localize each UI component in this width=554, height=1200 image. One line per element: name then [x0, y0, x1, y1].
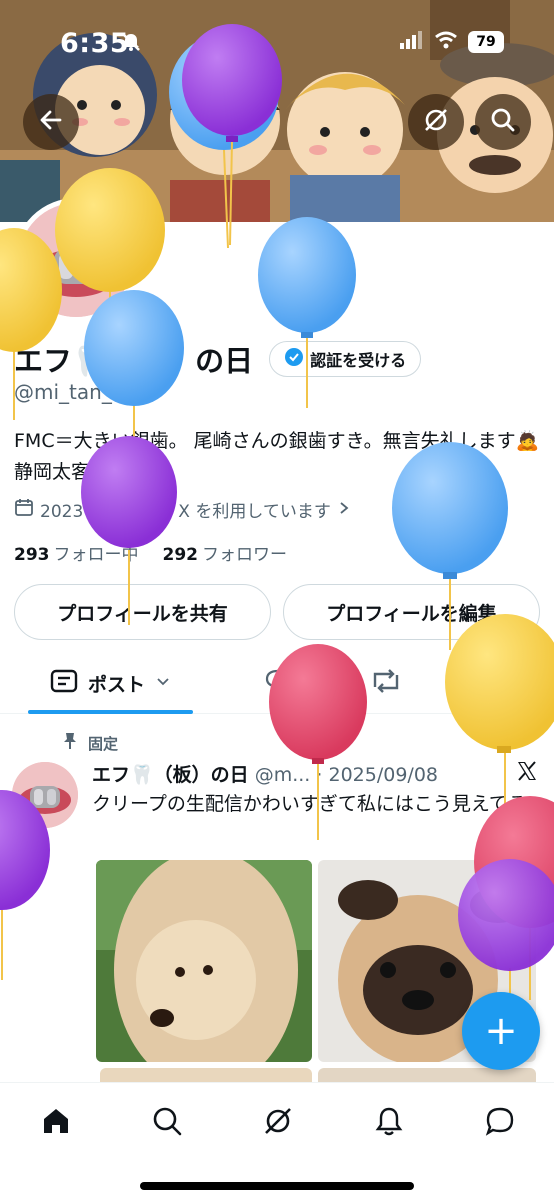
nav-explore[interactable] [145, 1101, 189, 1145]
grok-button[interactable] [408, 94, 464, 150]
tweet-media-3[interactable] [100, 1068, 312, 1082]
home-icon [40, 1105, 72, 1141]
reply-icon [263, 667, 293, 699]
profile-name: エフ🦷（板）の日 [14, 344, 254, 378]
tweet-media-1[interactable] [96, 860, 312, 1062]
nav-messages[interactable] [478, 1101, 522, 1145]
status-bar: 6:35 79 [0, 0, 554, 80]
grok-nav-icon [262, 1105, 294, 1141]
share-profile-button[interactable]: プロフィールを共有 [14, 584, 271, 640]
explore-icon [151, 1105, 183, 1141]
search-icon [490, 107, 516, 137]
back-button[interactable] [23, 94, 79, 150]
tweet-author-avatar[interactable] [12, 762, 78, 828]
followers-link[interactable]: 292 フォロワー [163, 540, 288, 565]
profile-avatar[interactable] [14, 198, 138, 322]
pin-icon [62, 732, 78, 754]
profile-handle: @mi_tan_chp [14, 380, 149, 404]
nav-home[interactable] [34, 1101, 78, 1145]
silent-mode-icon [120, 31, 142, 57]
edit-profile-button[interactable]: プロフィールを編集 [283, 584, 540, 640]
profile-bio: FMC＝大きい銀歯。 尾崎さんの銀歯すき。無言失礼します🙇静岡太客DH🦷 [14, 430, 540, 483]
verified-badge-icon [284, 347, 304, 371]
wifi-icon [434, 31, 458, 53]
tab-posts-label: ポスト [87, 673, 145, 696]
x-logo-icon [516, 760, 538, 788]
followers-label: フォロワー [202, 545, 287, 565]
get-verified-button[interactable]: 認証を受ける [269, 341, 422, 377]
following-count: 293 [14, 545, 50, 565]
grok-icon [422, 106, 450, 138]
status-time: 6:35 [60, 28, 130, 59]
battery-icon: 79 [468, 31, 504, 53]
compose-post-button[interactable]: + [462, 992, 540, 1070]
chevron-right-icon [337, 500, 351, 520]
nav-grok[interactable] [256, 1101, 300, 1145]
active-tab-indicator [28, 710, 193, 714]
profile-name-row: エフ🦷（板）の日 認証を受ける [14, 338, 422, 380]
follow-stats: 293 フォロー中 292 フォロワー [14, 540, 287, 565]
home-indicator [140, 1182, 414, 1190]
joined-date[interactable]: 2023 年 9月から X を利用しています [14, 497, 351, 522]
search-button[interactable] [475, 94, 531, 150]
tweet-author-name[interactable]: エフ🦷（板）の日 [92, 764, 249, 786]
tweet-author-handle[interactable]: @m... [255, 764, 311, 786]
tweet-media-4[interactable] [318, 1068, 536, 1082]
post-list-icon [50, 668, 78, 699]
following-label: フォロー中 [53, 545, 139, 565]
media-icon [483, 667, 513, 699]
pinned-indicator: 固定 [62, 732, 118, 754]
nav-notifications[interactable] [367, 1101, 411, 1145]
followers-count: 292 [162, 545, 199, 565]
profile-tabs: ポスト [0, 652, 554, 714]
tab-media[interactable] [470, 652, 526, 714]
get-verified-label: 認証を受ける [310, 351, 407, 370]
chevron-down-icon [155, 672, 171, 694]
tab-reposts[interactable] [358, 652, 414, 714]
calendar-icon [14, 497, 34, 522]
messages-icon [484, 1105, 516, 1141]
back-arrow-icon [38, 107, 64, 137]
tweet-text: クリープの生配信かわいすぎて私にはこう見えてる [92, 793, 527, 815]
signal-icon [400, 31, 424, 53]
pinned-label: 固定 [88, 734, 119, 753]
tweet-date[interactable]: · 2025/09/08 [316, 764, 438, 786]
joined-text: 2023 年 9月から X を利用しています [40, 502, 331, 522]
repost-icon [369, 667, 403, 699]
tab-posts[interactable]: ポスト [28, 652, 193, 714]
tweet-header: エフ🦷（板）の日 @m... · 2025/09/08 [92, 760, 438, 787]
following-link[interactable]: 293 フォロー中 [14, 540, 139, 565]
notifications-icon [373, 1105, 405, 1141]
tab-replies[interactable] [250, 652, 306, 714]
